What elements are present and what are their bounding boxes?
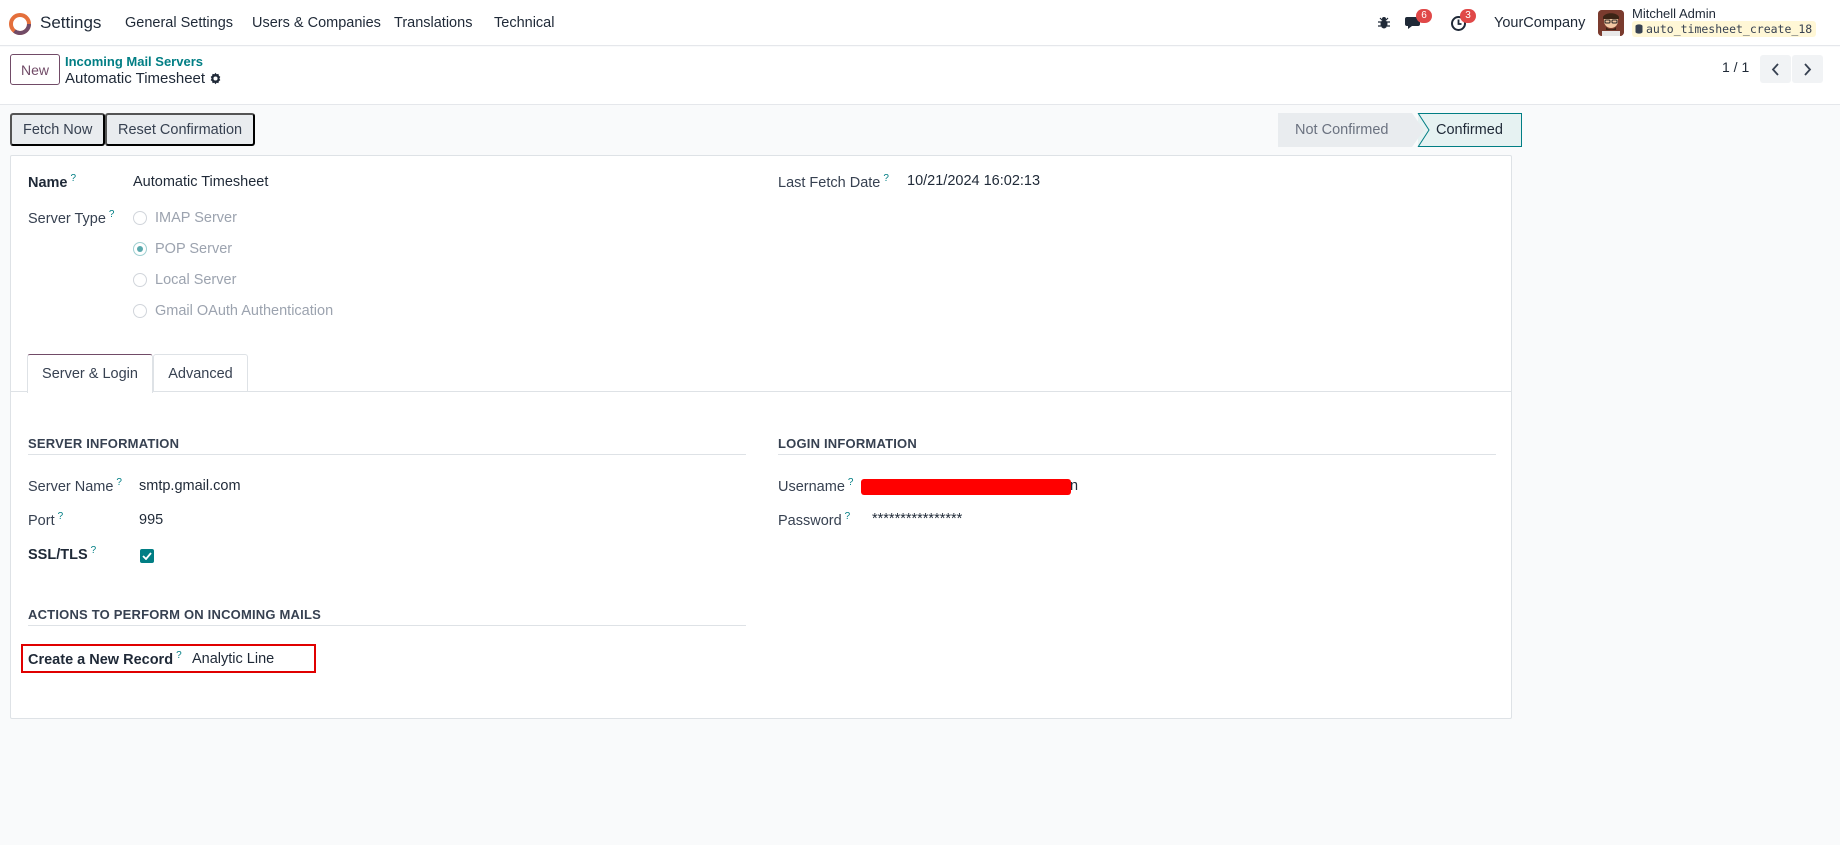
password-label: Password? (778, 511, 850, 529)
notebook-tabs: Server & Login Advanced (11, 354, 1511, 393)
activities-clock-icon[interactable]: 3 (1448, 9, 1476, 33)
last-fetch-label-text: Last Fetch Date (778, 174, 881, 191)
radio-button-checked[interactable] (133, 242, 147, 256)
tab-advanced[interactable]: Advanced (153, 354, 248, 392)
user-name[interactable]: Mitchell Admin (1632, 6, 1716, 21)
ssl-label: SSL/TLS? (28, 545, 96, 563)
port-label-text: Port (28, 512, 55, 529)
server-type-label: Server Type? (28, 209, 114, 227)
name-value[interactable]: Automatic Timesheet (133, 174, 268, 190)
port-value[interactable]: 995 (139, 512, 163, 528)
username-label: Username? (778, 477, 853, 495)
breadcrumb-parent[interactable]: Incoming Mail Servers (65, 54, 203, 69)
tab-server-login[interactable]: Server & Login (27, 354, 153, 393)
radio-pop-label: POP Server (155, 241, 233, 257)
radio-pop[interactable]: POP Server (133, 241, 232, 257)
name-label-text: Name (28, 174, 68, 191)
app-name[interactable]: Settings (40, 13, 101, 33)
app-logo-icon[interactable] (9, 13, 31, 35)
new-button[interactable]: New (10, 54, 60, 85)
radio-local-label: Local Server (155, 272, 237, 288)
radio-gmail-label: Gmail OAuth Authentication (155, 303, 334, 319)
user-avatar[interactable] (1598, 10, 1624, 36)
menu-general-settings[interactable]: General Settings (125, 15, 233, 31)
radio-button[interactable] (133, 273, 147, 287)
radio-gmail-oauth[interactable]: Gmail OAuth Authentication (133, 303, 333, 319)
control-panel: New Incoming Mail Servers Automatic Time… (0, 47, 1840, 105)
radio-local[interactable]: Local Server (133, 272, 236, 288)
create-record-label: Create a New Record? (28, 650, 182, 668)
messages-badge: 6 (1416, 9, 1432, 23)
stage-arrow-icon (1402, 113, 1436, 147)
server-info-title: SERVER INFORMATION (28, 436, 180, 451)
company-switcher[interactable]: YourCompany (1494, 15, 1585, 31)
form-sheet: Name? Automatic Timesheet Last Fetch Dat… (10, 155, 1512, 719)
debug-bug-icon[interactable] (1374, 13, 1394, 33)
password-label-text: Password (778, 512, 842, 529)
last-fetch-value: 10/21/2024 16:02:13 (907, 173, 1041, 189)
activities-badge: 3 (1460, 9, 1476, 23)
divider (778, 454, 1496, 455)
help-icon[interactable]: ? (58, 511, 64, 522)
divider (28, 625, 746, 626)
create-record-label-text: Create a New Record (28, 651, 174, 668)
radio-button[interactable] (133, 304, 147, 318)
database-name: auto_timesheet_create_18 (1646, 22, 1813, 36)
pager-value[interactable]: 1 / 1 (1722, 59, 1749, 75)
server-name-label: Server Name? (28, 477, 122, 495)
radio-imap[interactable]: IMAP Server (133, 210, 237, 226)
reset-confirmation-button[interactable]: Reset Confirmation (105, 113, 256, 146)
ssl-label-text: SSL/TLS (28, 546, 88, 563)
radio-button[interactable] (133, 211, 147, 225)
chevron-right-icon (1804, 62, 1812, 76)
server-name-label-text: Server Name (28, 478, 114, 495)
help-icon[interactable]: ? (883, 173, 889, 184)
breadcrumb-current: Automatic Timesheet (65, 70, 222, 87)
top-navbar: Settings General Settings Users & Compan… (0, 0, 1840, 46)
last-fetch-label: Last Fetch Date? (778, 173, 889, 191)
help-icon[interactable]: ? (116, 477, 122, 488)
pager-next-button[interactable] (1792, 55, 1823, 83)
menu-technical[interactable]: Technical (494, 15, 554, 31)
help-icon[interactable]: ? (845, 511, 851, 522)
password-value[interactable]: **************** (872, 511, 962, 527)
help-icon[interactable]: ? (848, 477, 854, 488)
breadcrumb-current-label: Automatic Timesheet (65, 70, 206, 87)
database-icon (1635, 24, 1643, 34)
menu-users-companies[interactable]: Users & Companies (252, 15, 381, 31)
check-icon (142, 552, 152, 560)
radio-imap-label: IMAP Server (155, 210, 237, 226)
server-type-label-text: Server Type (28, 210, 106, 227)
messages-icon[interactable]: 6 (1404, 9, 1432, 33)
help-icon[interactable]: ? (91, 545, 97, 556)
database-tag: auto_timesheet_create_18 (1632, 21, 1817, 37)
port-label: Port? (28, 511, 63, 529)
redacted-username (861, 479, 1071, 495)
name-label: Name? (28, 173, 76, 191)
stage-not-confirmed[interactable]: Not Confirmed (1278, 113, 1412, 147)
chevron-left-icon (1771, 62, 1779, 76)
username-label-text: Username (778, 478, 845, 495)
help-icon[interactable]: ? (109, 209, 115, 220)
ssl-checkbox[interactable] (140, 549, 154, 563)
actions-title: ACTIONS TO PERFORM ON INCOMING MAILS (28, 607, 321, 622)
login-info-title: LOGIN INFORMATION (778, 436, 917, 451)
pager-previous-button[interactable] (1760, 55, 1791, 83)
create-record-value[interactable]: Analytic Line (192, 651, 274, 667)
divider (28, 454, 746, 455)
help-icon[interactable]: ? (176, 650, 182, 661)
gear-icon[interactable] (209, 72, 222, 85)
status-bar: Fetch Now Reset Confirmation Not Confirm… (10, 113, 1522, 147)
server-name-value[interactable]: smtp.gmail.com (139, 478, 241, 494)
fetch-now-button[interactable]: Fetch Now (10, 113, 106, 146)
help-icon[interactable]: ? (71, 173, 77, 184)
username-value-tail[interactable]: n (1070, 478, 1078, 494)
menu-translations[interactable]: Translations (394, 15, 472, 31)
